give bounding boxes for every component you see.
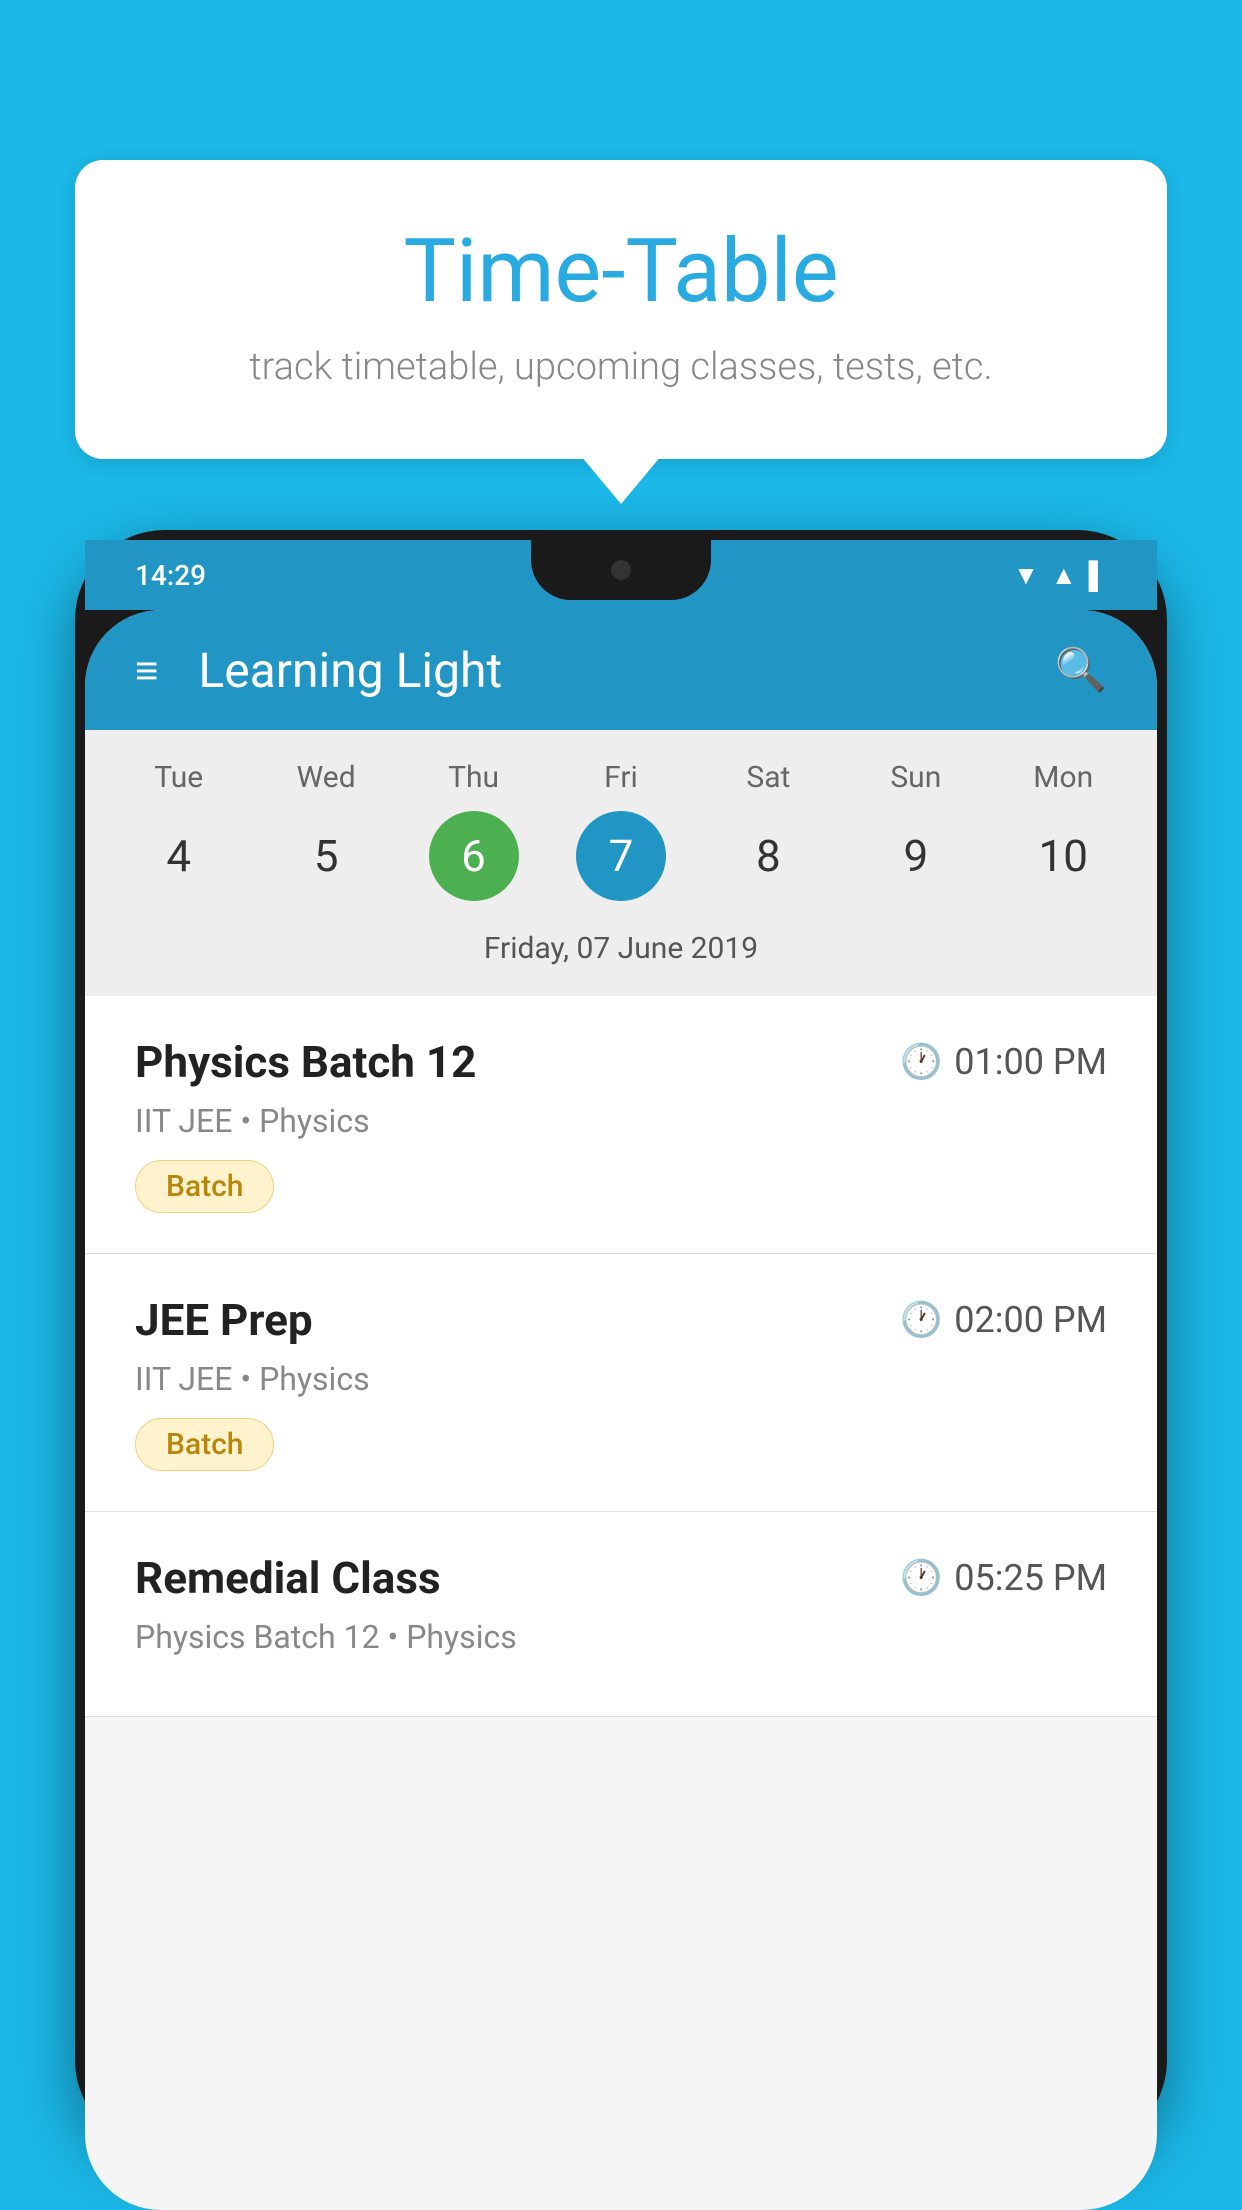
day-10[interactable]: 10 (998, 811, 1128, 901)
speech-bubble-container: Time-Table track timetable, upcoming cla… (75, 160, 1167, 459)
battery-icon: ▌ (1089, 560, 1107, 591)
day-header-fri: Fri (556, 760, 686, 795)
day-4[interactable]: 4 (114, 811, 244, 901)
day-6-today[interactable]: 6 (429, 811, 519, 901)
day-9[interactable]: 9 (851, 811, 981, 901)
schedule-item-1-subtitle: IIT JEE • Physics (135, 1102, 1107, 1140)
day-wrap-6[interactable]: 6 (409, 811, 539, 901)
schedule-item-2-header: JEE Prep 🕐 02:00 PM (135, 1294, 1107, 1346)
app-bar: ≡ Learning Light 🔍 (85, 610, 1157, 730)
schedule-item-2-title: JEE Prep (135, 1294, 313, 1346)
day-header-sun: Sun (851, 760, 981, 795)
day-7-selected[interactable]: 7 (576, 811, 666, 901)
status-icons: ▼ ▲ ▌ (1013, 560, 1107, 591)
day-wrap-5[interactable]: 5 (261, 811, 391, 901)
day-wrap-9[interactable]: 9 (851, 811, 981, 901)
schedule-item-1-title: Physics Batch 12 (135, 1036, 476, 1088)
hamburger-menu-icon[interactable]: ≡ (135, 647, 158, 694)
schedule-item-3-header: Remedial Class 🕐 05:25 PM (135, 1552, 1107, 1604)
clock-icon-3: 🕐 (900, 1558, 942, 1598)
day-header-sat: Sat (703, 760, 833, 795)
schedule-item-3-title: Remedial Class (135, 1552, 441, 1604)
schedule-item-3-time: 05:25 PM (954, 1557, 1107, 1599)
search-icon[interactable]: 🔍 (1055, 646, 1107, 695)
app-bar-title: Learning Light (198, 642, 502, 699)
phone-notch (531, 540, 711, 600)
schedule-item-3-time-container: 🕐 05:25 PM (900, 1557, 1107, 1599)
schedule-item-1-time: 01:00 PM (954, 1041, 1107, 1083)
schedule-item-3-subtitle: Physics Batch 12 • Physics (135, 1618, 1107, 1656)
clock-icon-2: 🕐 (900, 1300, 942, 1340)
signal-icon: ▲ (1051, 560, 1077, 591)
day-header-mon: Mon (998, 760, 1128, 795)
day-header-tue: Tue (114, 760, 244, 795)
day-wrap-4[interactable]: 4 (114, 811, 244, 901)
day-wrap-10[interactable]: 10 (998, 811, 1128, 901)
bubble-subtitle: track timetable, upcoming classes, tests… (155, 345, 1087, 389)
app-bar-left: ≡ Learning Light (135, 642, 502, 699)
clock-icon-1: 🕐 (900, 1042, 942, 1082)
schedule-item-2-subtitle: IIT JEE • Physics (135, 1360, 1107, 1398)
phone-container: 14:29 ▼ ▲ ▌ ≡ Learning Light 🔍 (75, 530, 1167, 2208)
status-bar: 14:29 ▼ ▲ ▌ (85, 540, 1157, 610)
schedule-item-1-batch-tag: Batch (135, 1160, 274, 1213)
day-numbers: 4 5 6 7 8 9 (105, 811, 1137, 901)
phone-frame: 14:29 ▼ ▲ ▌ ≡ Learning Light 🔍 (75, 530, 1167, 2150)
day-5[interactable]: 5 (261, 811, 391, 901)
schedule-item-2-batch-tag: Batch (135, 1418, 274, 1471)
selected-date-label: Friday, 07 June 2019 (105, 921, 1137, 986)
schedule-item-2-time: 02:00 PM (954, 1299, 1107, 1341)
bubble-title: Time-Table (155, 220, 1087, 323)
day-header-thu: Thu (409, 760, 539, 795)
calendar-strip: Tue Wed Thu Fri Sat Sun Mon 4 5 (85, 730, 1157, 996)
day-headers: Tue Wed Thu Fri Sat Sun Mon (105, 760, 1137, 795)
schedule-item-1-header: Physics Batch 12 🕐 01:00 PM (135, 1036, 1107, 1088)
phone-screen: ≡ Learning Light 🔍 Tue Wed Thu Fri Sat S… (85, 610, 1157, 2210)
day-8[interactable]: 8 (703, 811, 833, 901)
wifi-icon: ▼ (1013, 560, 1039, 591)
schedule-list: Physics Batch 12 🕐 01:00 PM IIT JEE • Ph… (85, 996, 1157, 1717)
day-wrap-7[interactable]: 7 (556, 811, 686, 901)
camera-dot (611, 560, 631, 580)
speech-bubble: Time-Table track timetable, upcoming cla… (75, 160, 1167, 459)
schedule-item-1-time-container: 🕐 01:00 PM (900, 1041, 1107, 1083)
day-wrap-8[interactable]: 8 (703, 811, 833, 901)
schedule-item-2-time-container: 🕐 02:00 PM (900, 1299, 1107, 1341)
status-time: 14:29 (135, 559, 206, 592)
day-header-wed: Wed (261, 760, 391, 795)
schedule-item-3[interactable]: Remedial Class 🕐 05:25 PM Physics Batch … (85, 1512, 1157, 1717)
schedule-item-1[interactable]: Physics Batch 12 🕐 01:00 PM IIT JEE • Ph… (85, 996, 1157, 1254)
schedule-item-2[interactable]: JEE Prep 🕐 02:00 PM IIT JEE • Physics Ba… (85, 1254, 1157, 1512)
